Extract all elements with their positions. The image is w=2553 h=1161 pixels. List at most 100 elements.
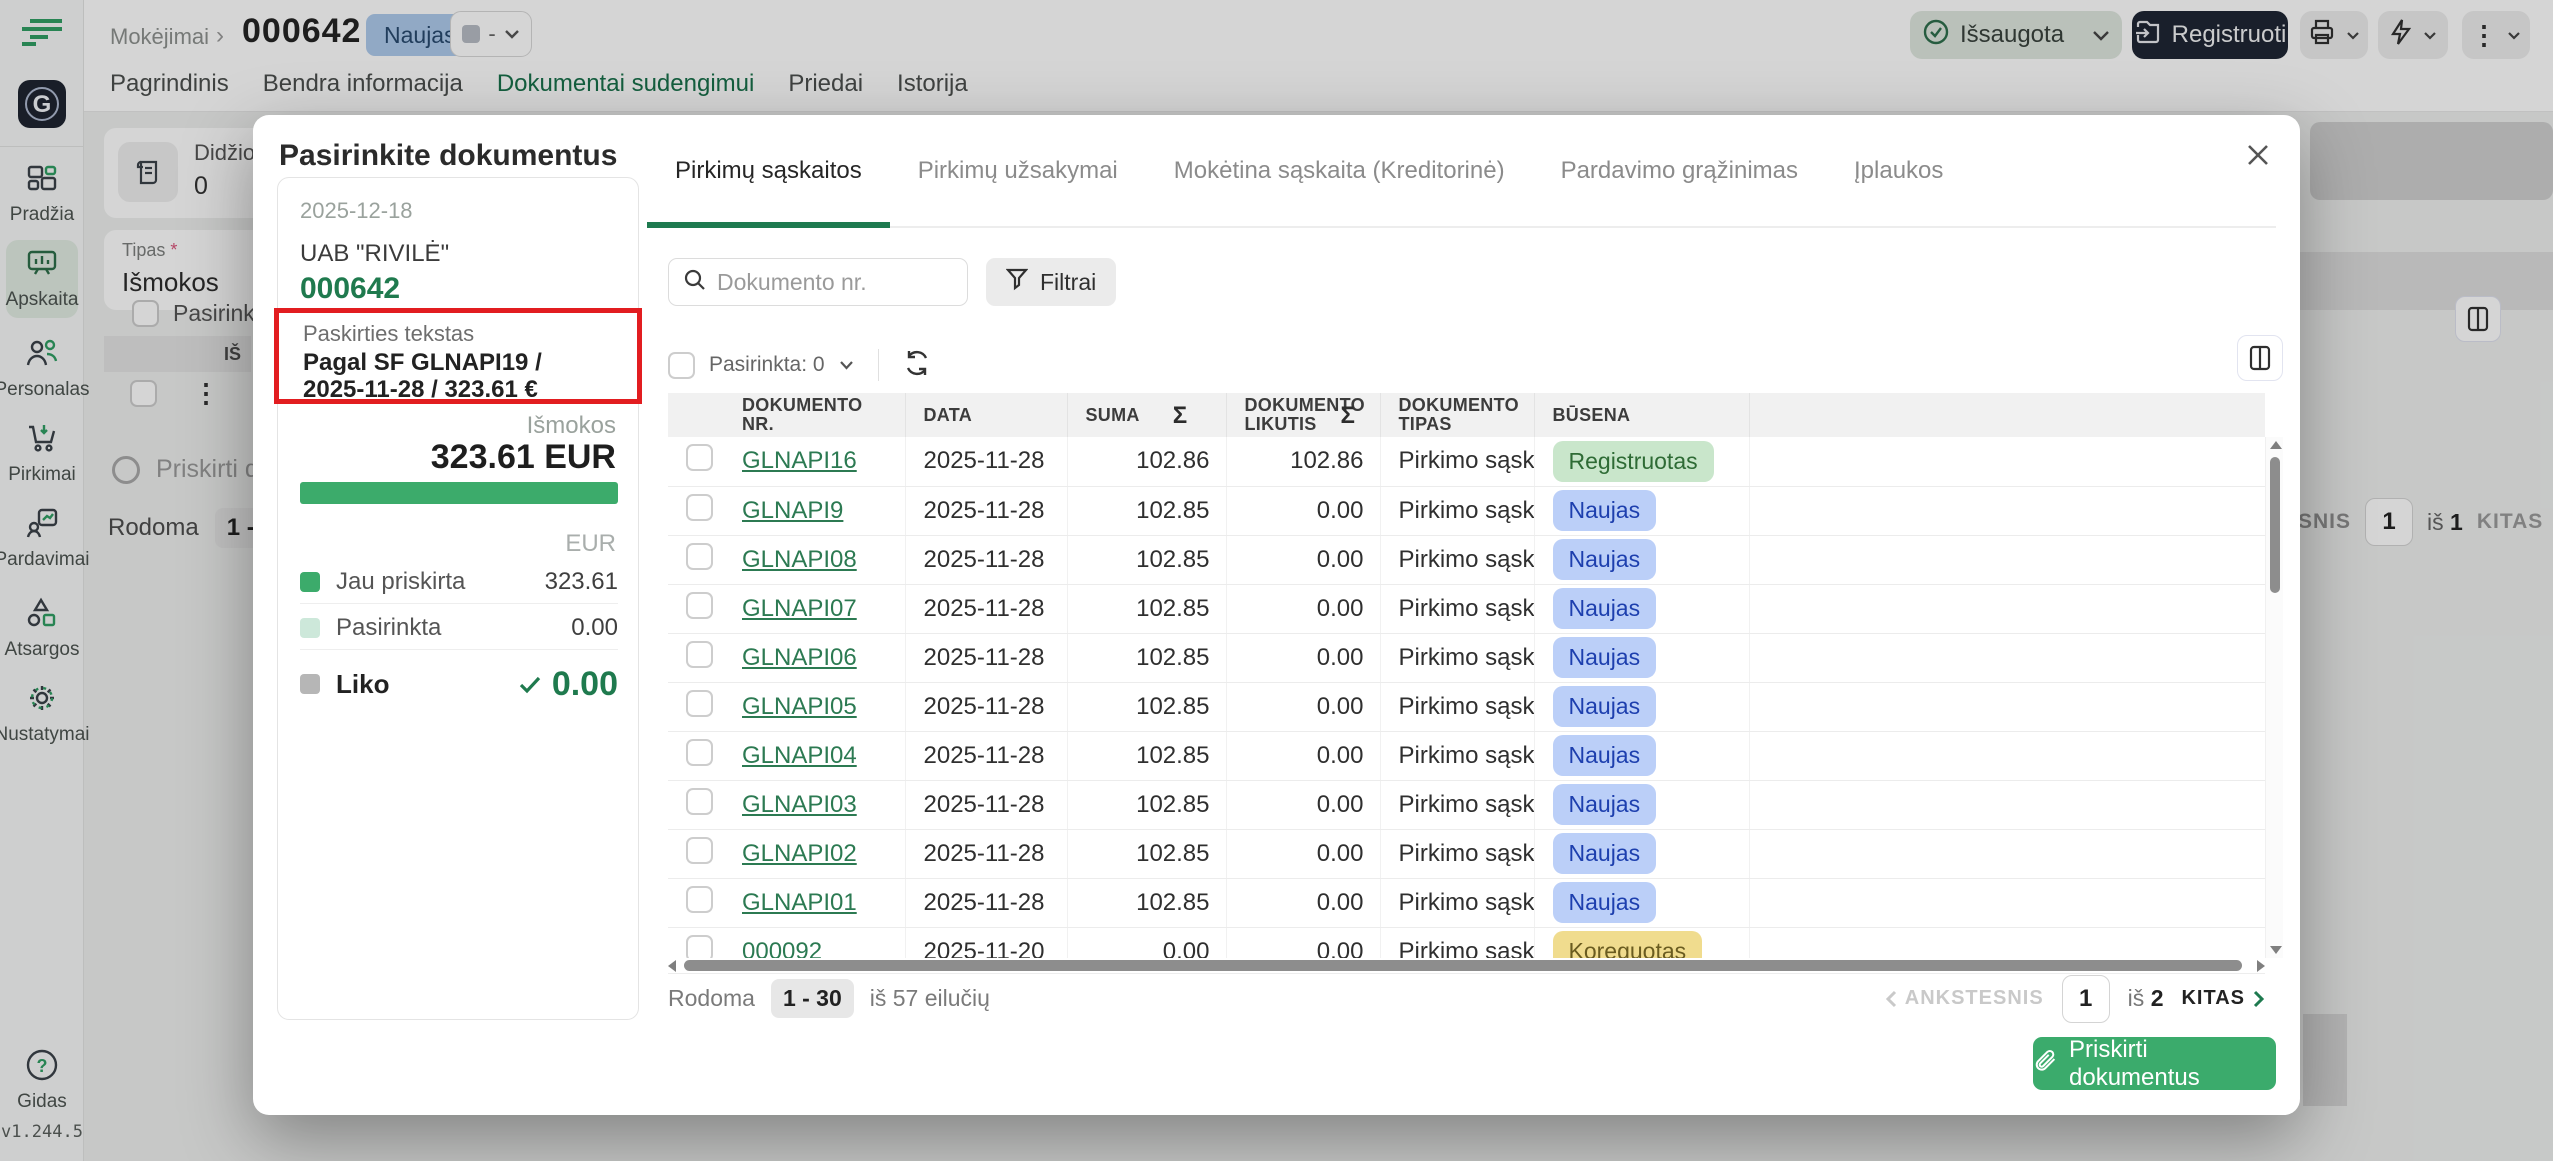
payment-company: UAB "RIVILĖ" [300, 240, 449, 268]
row-checkbox[interactable] [686, 641, 713, 668]
tab-iplaukos[interactable]: Įplaukos [1826, 115, 1971, 226]
document-link[interactable]: GLNAPI04 [742, 742, 857, 769]
document-date: 2025-11-20 [905, 927, 1067, 958]
sigma-icon[interactable]: Σ [1173, 406, 1188, 425]
document-link[interactable]: GLNAPI06 [742, 644, 857, 671]
vertical-scrollbar[interactable] [2265, 437, 2283, 958]
document-date: 2025-11-28 [905, 731, 1067, 780]
page-input[interactable]: 1 [2062, 975, 2110, 1023]
remaining-label: Liko [336, 669, 389, 700]
assigned-value: 323.61 [545, 568, 618, 596]
chevron-down-icon[interactable] [839, 360, 854, 370]
document-balance: 0.00 [1226, 927, 1380, 958]
document-type: Pirkimo sąskait [1380, 682, 1534, 731]
table-row: GLNAPI082025-11-28102.850.00Pirkimo sąsk… [668, 535, 2265, 584]
remaining-legend-icon [300, 674, 320, 694]
horizontal-scrollbar[interactable] [668, 958, 2265, 973]
header-dokumento-nr[interactable]: DOKUMENTO NR. [724, 393, 905, 437]
scroll-left-icon[interactable] [668, 960, 676, 972]
assign-documents-button[interactable]: Priskirti dokumentus [2033, 1037, 2276, 1090]
previous-label: ANKSTESNIS [1905, 987, 2044, 1010]
document-link[interactable]: GLNAPI05 [742, 693, 857, 720]
document-link[interactable]: GLNAPI08 [742, 546, 857, 573]
document-search[interactable] [668, 258, 968, 306]
assign-button-label: Priskirti dokumentus [2069, 1036, 2276, 1092]
sigma-icon[interactable]: Σ [1341, 406, 1356, 425]
table-row: 0000922025-11-200.000.00Pirkimo sąskaitK… [668, 927, 2265, 958]
status-badge: Naujas [1553, 637, 1657, 678]
document-type: Pirkimo sąskait [1380, 878, 1534, 927]
tab-pardavimo-grazinimas[interactable]: Pardavimo grąžinimas [1533, 115, 1826, 226]
document-link[interactable]: GLNAPI03 [742, 791, 857, 818]
header-dokumento-likutis[interactable]: DOKUMENTO LIKUTIS Σ [1226, 393, 1380, 437]
header-busena[interactable]: BŪSENA [1534, 393, 1749, 437]
document-type: Pirkimo sąskait [1380, 437, 1534, 486]
document-date: 2025-11-28 [905, 437, 1067, 486]
scroll-up-icon[interactable] [2270, 441, 2282, 449]
of-total: 2 [2151, 985, 2164, 1011]
allocation-progress-bar [300, 482, 618, 504]
purpose-highlight-box: Paskirties tekstas Pagal SF GLNAPI19 / 2… [274, 308, 642, 404]
row-checkbox[interactable] [686, 935, 713, 959]
document-type-tabs: Pirkimų sąskaitos Pirkimų užsakymai Mokė… [647, 115, 2276, 228]
row-checkbox[interactable] [686, 886, 713, 913]
tab-moketina-saskaita[interactable]: Mokėtina sąskaita (Kreditorinė) [1146, 115, 1533, 226]
filter-button[interactable]: Filtrai [986, 258, 1116, 306]
remaining-value: 0.00 [552, 665, 618, 704]
header-suma[interactable]: SUMA Σ [1067, 393, 1226, 437]
app-screen: G Pradžia Apskaita [0, 0, 2553, 1161]
row-checkbox[interactable] [686, 837, 713, 864]
previous-page-button[interactable]: ANKSTESNIS [1885, 987, 2044, 1010]
document-link[interactable]: GLNAPI01 [742, 889, 857, 916]
document-balance: 0.00 [1226, 633, 1380, 682]
rows-total: iš 57 eilučių [870, 985, 990, 1012]
status-badge: Naujas [1553, 490, 1657, 531]
row-checkbox[interactable] [686, 543, 713, 570]
document-type: Pirkimo sąskait [1380, 731, 1534, 780]
next-page-button[interactable]: KITAS [2181, 987, 2265, 1010]
select-all-checkbox[interactable] [668, 352, 695, 379]
document-link[interactable]: GLNAPI9 [742, 497, 843, 524]
row-checkbox[interactable] [686, 788, 713, 815]
search-input[interactable] [717, 269, 937, 296]
document-type: Pirkimo sąskait [1380, 486, 1534, 535]
document-type: Pirkimo sąskait [1380, 584, 1534, 633]
table-row: GLNAPI062025-11-28102.850.00Pirkimo sąsk… [668, 633, 2265, 682]
document-sum: 102.85 [1067, 486, 1226, 535]
row-checkbox[interactable] [686, 739, 713, 766]
row-checkbox[interactable] [686, 494, 713, 521]
scroll-down-icon[interactable] [2270, 946, 2282, 954]
rodoma-label: Rodoma [668, 985, 755, 1012]
tab-pirkimu-saskaitos[interactable]: Pirkimų sąskaitos [647, 115, 890, 226]
selection-count-label[interactable]: Pasirinkta: 0 [709, 353, 825, 377]
header-data[interactable]: DATA [905, 393, 1067, 437]
document-balance: 0.00 [1226, 682, 1380, 731]
row-checkbox[interactable] [686, 444, 713, 471]
row-checkbox[interactable] [686, 690, 713, 717]
search-icon [683, 268, 707, 297]
status-badge: Naujas [1553, 539, 1657, 580]
document-link[interactable]: 000092 [742, 938, 822, 959]
document-link[interactable]: GLNAPI07 [742, 595, 857, 622]
tab-pirkimu-uzsakymai[interactable]: Pirkimų užsakymai [890, 115, 1146, 226]
header-checkbox-cell [668, 393, 724, 437]
table-row: GLNAPI032025-11-28102.850.00Pirkimo sąsk… [668, 780, 2265, 829]
vertical-scroll-thumb[interactable] [2270, 457, 2280, 593]
next-label: KITAS [2181, 987, 2245, 1010]
header-dokumento-tipas[interactable]: DOKUMENTO TIPAS [1380, 393, 1534, 437]
columns-icon[interactable] [2237, 335, 2283, 381]
horizontal-scroll-thumb[interactable] [684, 960, 2242, 971]
scroll-right-icon[interactable] [2257, 960, 2265, 972]
row-checkbox[interactable] [686, 592, 713, 619]
status-badge: Naujas [1553, 735, 1657, 776]
document-balance: 0.00 [1226, 780, 1380, 829]
document-date: 2025-11-28 [905, 633, 1067, 682]
document-link[interactable]: GLNAPI16 [742, 447, 857, 474]
status-badge: Naujas [1553, 784, 1657, 825]
document-link[interactable]: GLNAPI02 [742, 840, 857, 867]
documents-table: DOKUMENTO NR. DATA SUMA Σ DOKUMENTO LIKU… [668, 393, 2265, 958]
document-type: Pirkimo sąskait [1380, 780, 1534, 829]
refresh-icon[interactable] [903, 349, 931, 382]
status-badge: Naujas [1553, 686, 1657, 727]
documents-table-body: GLNAPI162025-11-28102.86102.86Pirkimo są… [668, 437, 2265, 958]
